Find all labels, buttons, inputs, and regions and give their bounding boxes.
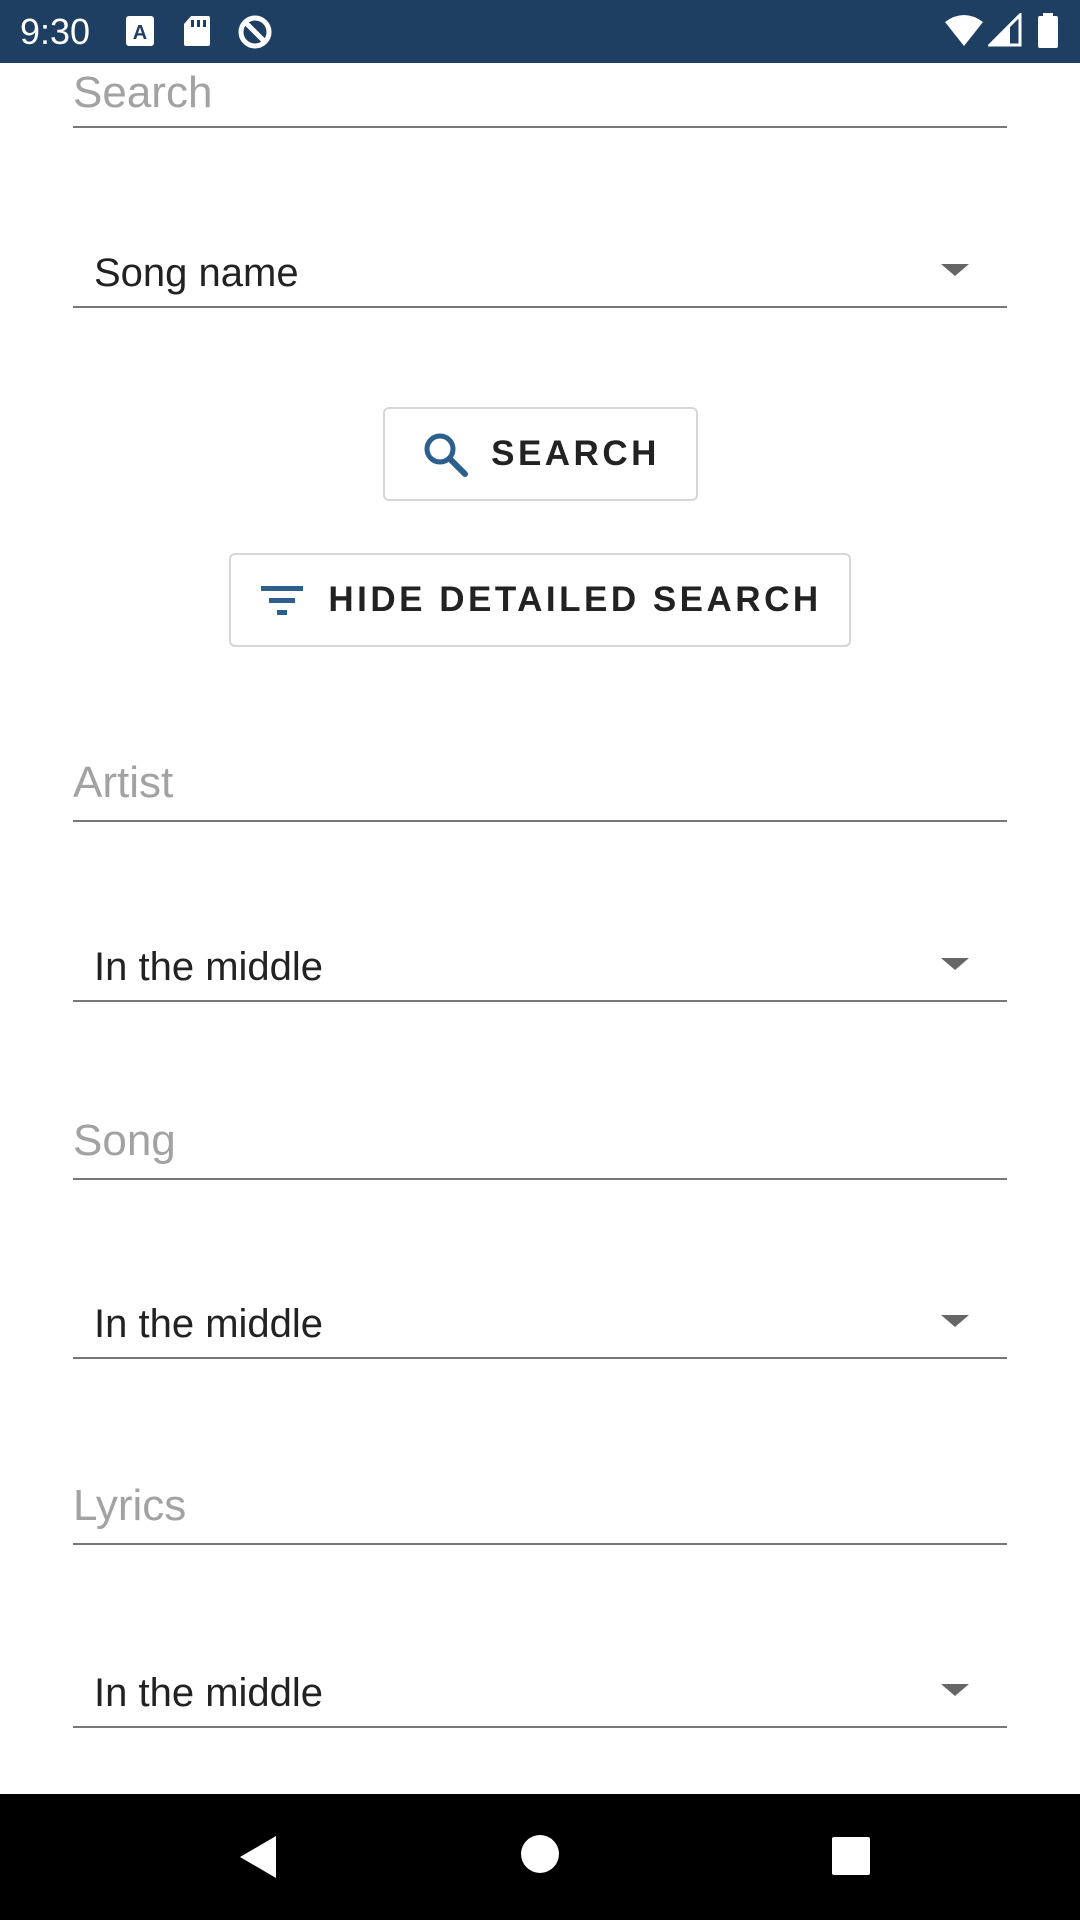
hide-detailed-search-label: HIDE DETAILED SEARCH — [328, 580, 822, 619]
search-button-label: SEARCH — [491, 434, 660, 473]
battery-icon — [1036, 13, 1060, 54]
recents-icon[interactable] — [831, 1836, 871, 1881]
home-icon[interactable] — [520, 1834, 560, 1879]
song-field[interactable] — [73, 1103, 1007, 1180]
song-match-value: In the middle — [94, 1302, 324, 1346]
back-icon[interactable] — [236, 1834, 280, 1885]
dropdown-arrow-icon — [941, 958, 969, 970]
search-input[interactable] — [73, 63, 1007, 123]
search-button[interactable]: SEARCH — [383, 407, 698, 501]
search-field[interactable] — [73, 63, 1007, 128]
hide-detailed-search-button[interactable]: HIDE DETAILED SEARCH — [229, 553, 851, 647]
text-a-icon: A — [124, 14, 156, 53]
filter-icon — [258, 580, 306, 620]
lyrics-match-value: In the middle — [94, 1671, 324, 1715]
dropdown-arrow-icon — [941, 1684, 969, 1696]
dropdown-arrow-icon — [941, 1315, 969, 1327]
sd-card-icon — [182, 14, 212, 53]
song-match-select[interactable]: In the middle — [73, 1285, 1007, 1359]
search-icon — [421, 430, 469, 478]
status-time: 9:30 — [20, 11, 91, 52]
navigation-bar — [0, 1794, 1080, 1920]
status-bar: 9:30 A — [0, 0, 1080, 63]
artist-match-select[interactable]: In the middle — [73, 927, 1007, 1002]
search-form: Song name SEARCH HIDE DETAILED SEARCH In… — [0, 63, 1080, 1794]
lyrics-input[interactable] — [73, 1471, 1007, 1541]
dropdown-arrow-icon — [941, 264, 969, 276]
artist-match-value: In the middle — [94, 945, 324, 989]
lyrics-match-select[interactable]: In the middle — [73, 1653, 1007, 1728]
artist-field[interactable] — [73, 745, 1007, 822]
wifi-icon — [944, 13, 984, 52]
cell-signal-icon — [986, 11, 1022, 52]
song-input[interactable] — [73, 1106, 1007, 1176]
no-data-sync-icon — [236, 14, 274, 55]
svg-text:A: A — [133, 22, 147, 44]
search-by-select[interactable]: Song name — [73, 233, 1007, 308]
search-by-value: Song name — [94, 251, 299, 295]
lyrics-field[interactable] — [73, 1468, 1007, 1545]
artist-input[interactable] — [73, 748, 1007, 818]
